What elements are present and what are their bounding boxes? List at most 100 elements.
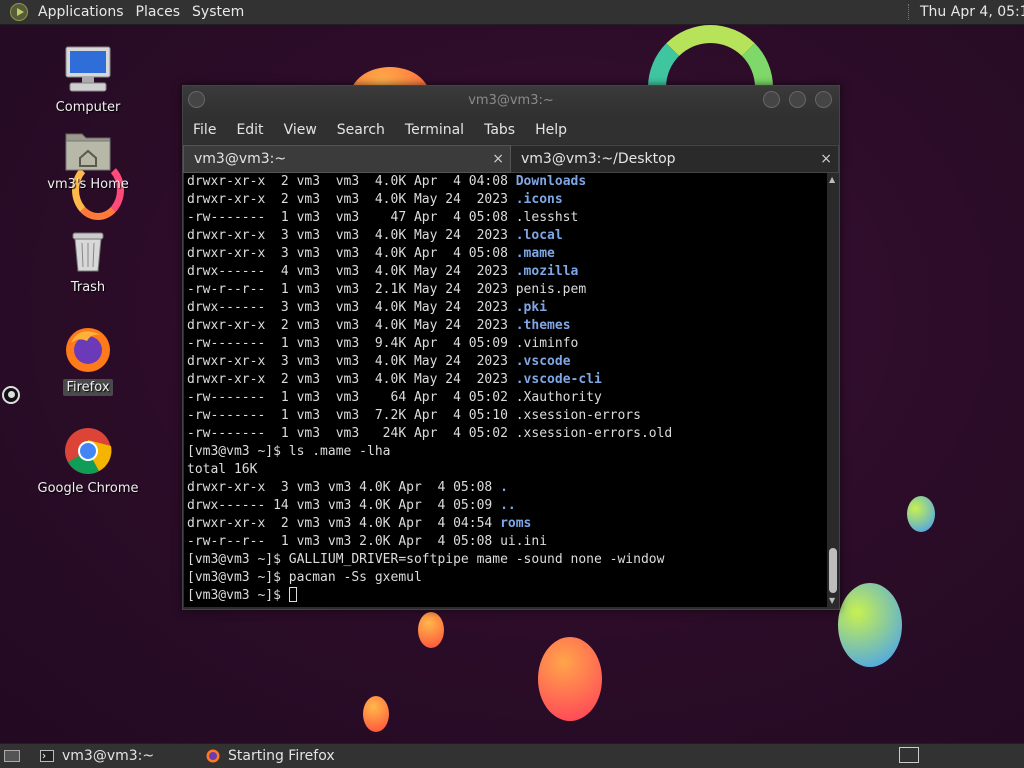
- menu-search[interactable]: Search: [327, 122, 395, 138]
- terminal-icon: [40, 750, 54, 762]
- workspace-switcher[interactable]: [899, 747, 919, 763]
- directory-name: .icons: [515, 192, 563, 207]
- desktop-icon-chrome[interactable]: Google Chrome: [33, 426, 143, 497]
- tab-close-icon[interactable]: ×: [492, 151, 504, 167]
- decorative-bubble: [538, 637, 602, 721]
- places-menu[interactable]: Places: [130, 4, 187, 20]
- desktop-icon-firefox[interactable]: Firefox: [33, 325, 143, 396]
- taskbar-item-firefox[interactable]: Starting Firefox: [200, 745, 400, 767]
- scrollbar-thumb[interactable]: [829, 548, 837, 593]
- taskbar-item-label: Starting Firefox: [228, 748, 335, 764]
- scroll-down-icon[interactable]: ▼: [829, 596, 835, 605]
- tab-desktop[interactable]: vm3@vm3:~/Desktop ×: [511, 145, 839, 173]
- desktop-icon-computer[interactable]: Computer: [33, 45, 143, 116]
- directory-name: .mame: [515, 246, 555, 261]
- line-text: drwxr-xr-x 3 vm3 vm3 4.0K May 24 2023: [187, 354, 516, 369]
- line-text: drwxr-xr-x 3 vm3 vm3 4.0K Apr 4 05:08: [187, 480, 501, 495]
- terminal-cursor: [288, 587, 297, 602]
- terminal-line: -rw------- 1 vm3 vm3 64 Apr 4 05:02 .Xau…: [187, 389, 827, 407]
- top-panel: Applications Places System Thu Apr 4, 05…: [0, 0, 1024, 25]
- window-titlebar[interactable]: vm3@vm3:~: [183, 86, 839, 116]
- line-text: total 16K: [187, 462, 258, 477]
- terminal-line: drwx------ 3 vm3 vm3 4.0K May 24 2023 .p…: [187, 299, 827, 317]
- menu-file[interactable]: File: [183, 122, 226, 138]
- taskbar-item-terminal[interactable]: vm3@vm3:~: [34, 745, 194, 767]
- show-desktop-icon[interactable]: [4, 750, 20, 762]
- computer-icon: [65, 46, 111, 92]
- minimize-icon[interactable]: [763, 91, 780, 108]
- terminal-line: drwxr-xr-x 3 vm3 vm3 4.0K May 24 2023 .v…: [187, 353, 827, 371]
- line-text: -rw------- 1 vm3 vm3 24K Apr 4 05:02 .xs…: [187, 426, 673, 441]
- record-indicator-icon: [2, 386, 20, 404]
- taskbar-item-label: vm3@vm3:~: [62, 748, 155, 764]
- terminal-line: drwxr-xr-x 2 vm3 vm3 4.0K May 24 2023 .i…: [187, 191, 827, 209]
- line-text: [vm3@vm3 ~]$ GALLIUM_DRIVER=softpipe mam…: [187, 552, 665, 567]
- tab-label: vm3@vm3:~/Desktop: [521, 151, 676, 167]
- terminal-tabs: vm3@vm3:~ × vm3@vm3:~/Desktop ×: [183, 145, 839, 173]
- close-icon[interactable]: [815, 91, 832, 108]
- desktop-icon-label: vm3's Home: [47, 177, 129, 192]
- directory-name: roms: [500, 516, 532, 531]
- terminal-window[interactable]: vm3@vm3:~ File Edit View Search Terminal…: [182, 85, 840, 610]
- directory-name: .vscode: [515, 354, 571, 369]
- terminal-line: drwxr-xr-x 3 vm3 vm3 4.0K May 24 2023 .l…: [187, 227, 827, 245]
- line-text: drwxr-xr-x 2 vm3 vm3 4.0K May 24 2023: [187, 192, 516, 207]
- line-text: [vm3@vm3 ~]$: [187, 588, 289, 603]
- tab-home[interactable]: vm3@vm3:~ ×: [183, 145, 511, 173]
- maximize-icon[interactable]: [789, 91, 806, 108]
- terminal-line: -rw------- 1 vm3 vm3 47 Apr 4 05:08 .les…: [187, 209, 827, 227]
- terminal-menubar: File Edit View Search Terminal Tabs Help: [183, 116, 839, 144]
- line-text: -rw------- 1 vm3 vm3 47 Apr 4 05:08 .les…: [187, 210, 579, 225]
- menu-edit[interactable]: Edit: [226, 122, 273, 138]
- terminal-line: drwx------ 14 vm3 vm3 4.0K Apr 4 05:09 .…: [187, 497, 827, 515]
- terminal-line: -rw------- 1 vm3 vm3 9.4K Apr 4 05:09 .v…: [187, 335, 827, 353]
- menu-view[interactable]: View: [274, 122, 327, 138]
- terminal-line: -rw------- 1 vm3 vm3 7.2K Apr 4 05:10 .x…: [187, 407, 827, 425]
- line-text: drwxr-xr-x 3 vm3 vm3 4.0K Apr 4 05:08: [187, 246, 516, 261]
- line-text: drwx------ 4 vm3 vm3 4.0K May 24 2023: [187, 264, 516, 279]
- directory-name: .vscode-cli: [515, 372, 602, 387]
- panel-handle[interactable]: [908, 4, 912, 20]
- terminal-line: [vm3@vm3 ~]$ GALLIUM_DRIVER=softpipe mam…: [187, 551, 827, 569]
- directory-name: ..: [500, 498, 516, 513]
- firefox-icon: [206, 749, 220, 763]
- decorative-bubble: [838, 583, 902, 667]
- directory-name: .mozilla: [515, 264, 579, 279]
- line-text: -rw------- 1 vm3 vm3 64 Apr 4 05:02 .Xau…: [187, 390, 602, 405]
- terminal-line: total 16K: [187, 461, 827, 479]
- line-text: -rw------- 1 vm3 vm3 9.4K Apr 4 05:09 .v…: [187, 336, 579, 351]
- line-text: drwxr-xr-x 2 vm3 vm3 4.0K May 24 2023: [187, 372, 516, 387]
- line-text: -rw-r--r-- 1 vm3 vm3 2.0K Apr 4 05:08 ui…: [187, 534, 548, 549]
- menu-help[interactable]: Help: [525, 122, 577, 138]
- chrome-icon: [65, 428, 112, 474]
- system-menu[interactable]: System: [186, 4, 250, 20]
- applications-menu[interactable]: Applications: [32, 4, 130, 20]
- menu-tabs[interactable]: Tabs: [474, 122, 525, 138]
- terminal-output[interactable]: drwxr-xr-x 2 vm3 vm3 4.0K Apr 4 04:08 Do…: [184, 173, 827, 607]
- menu-terminal[interactable]: Terminal: [395, 122, 474, 138]
- top-panel-menus: Applications Places System: [32, 0, 250, 25]
- decorative-bubble: [418, 612, 444, 648]
- desktop-icon-label: Trash: [70, 280, 106, 295]
- terminal-line: drwxr-xr-x 2 vm3 vm3 4.0K Apr 4 04:08 Do…: [187, 173, 827, 191]
- firefox-icon: [66, 328, 110, 372]
- terminal-scrollbar[interactable]: ▲ ▼: [827, 173, 839, 607]
- scroll-up-icon[interactable]: ▲: [829, 175, 835, 184]
- distro-logo-icon[interactable]: [10, 3, 28, 21]
- clock[interactable]: Thu Apr 4, 05:14: [920, 4, 1024, 20]
- desktop-icon-home[interactable]: vm3's Home: [33, 128, 143, 193]
- terminal-line: [vm3@vm3 ~]$: [187, 587, 827, 605]
- terminal-line: -rw-r--r-- 1 vm3 vm3 2.0K Apr 4 05:08 ui…: [187, 533, 827, 551]
- desktop-icon-label: Google Chrome: [37, 481, 139, 496]
- home-folder-icon: [65, 133, 111, 171]
- directory-name: Downloads: [515, 174, 587, 189]
- line-text: [vm3@vm3 ~]$ ls .mame -lha: [187, 444, 391, 459]
- window-title: vm3@vm3:~: [468, 93, 554, 108]
- desktop-icon-trash[interactable]: Trash: [33, 229, 143, 296]
- terminal-line: drwx------ 4 vm3 vm3 4.0K May 24 2023 .m…: [187, 263, 827, 281]
- tab-close-icon[interactable]: ×: [820, 151, 832, 167]
- line-text: drwx------ 3 vm3 vm3 4.0K May 24 2023: [187, 300, 516, 315]
- trash-icon: [72, 232, 104, 272]
- terminal-line: -rw-r--r-- 1 vm3 vm3 2.1K May 24 2023 pe…: [187, 281, 827, 299]
- directory-name: .: [500, 480, 508, 495]
